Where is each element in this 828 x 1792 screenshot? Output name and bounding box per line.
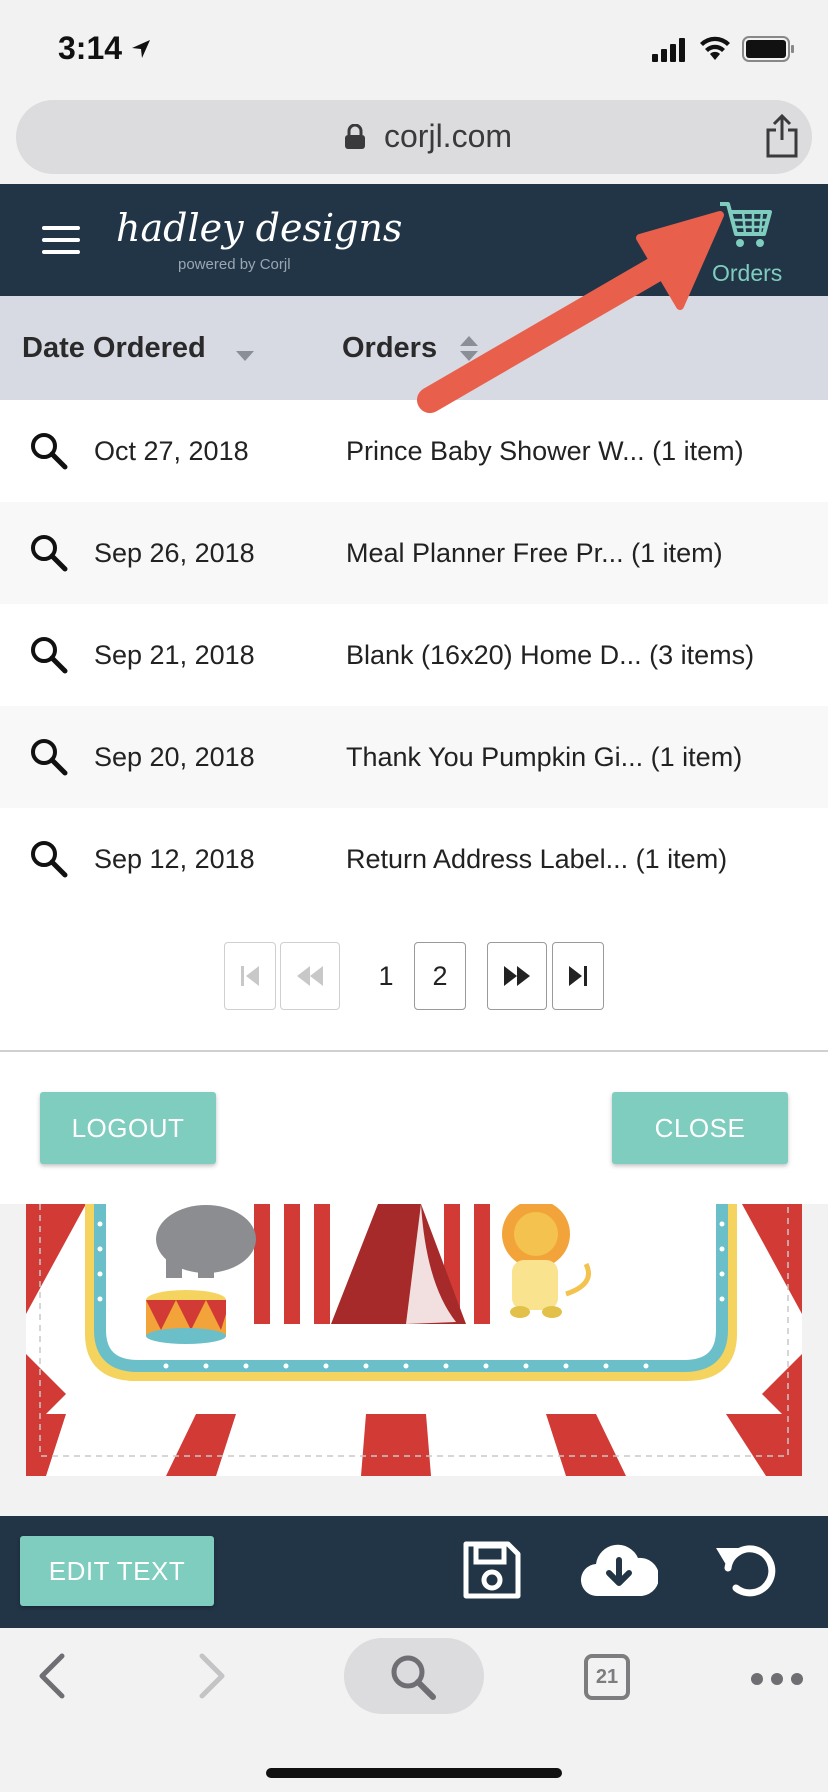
lock-icon <box>345 124 365 149</box>
sort-desc-icon[interactable] <box>236 351 254 361</box>
table-row[interactable]: Oct 27, 2018 Prince Baby Shower W... (1 … <box>0 400 828 502</box>
next-page-button[interactable] <box>487 942 547 1010</box>
order-name[interactable]: Thank You Pumpkin Gi... (1 item) <box>346 742 742 773</box>
tab-count-button[interactable]: 21 <box>584 1654 630 1700</box>
address-bar[interactable]: corjl.com <box>16 100 812 174</box>
order-date: Sep 12, 2018 <box>94 844 255 874</box>
order-date: Sep 20, 2018 <box>94 742 255 772</box>
table-row[interactable]: Sep 21, 2018 Blank (16x20) Home D... (3 … <box>0 604 828 706</box>
url-text: corjl.com <box>384 118 513 154</box>
table-row[interactable]: Sep 12, 2018 Return Address Label... (1 … <box>0 808 828 910</box>
order-name[interactable]: Blank (16x20) Home D... (3 items) <box>346 640 754 671</box>
wifi-icon <box>700 36 730 60</box>
order-date: Oct 27, 2018 <box>94 436 249 466</box>
close-button[interactable]: CLOSE <box>612 1092 788 1164</box>
search-icon[interactable] <box>30 840 68 878</box>
brand-logo[interactable]: hadley designs <box>116 206 402 250</box>
search-icon[interactable] <box>30 738 68 776</box>
order-date: Sep 26, 2018 <box>94 538 255 568</box>
hamburger-menu-icon[interactable] <box>42 226 80 256</box>
brand-tagline: powered by Corjl <box>178 256 291 273</box>
page-1[interactable]: 1 <box>370 942 402 1010</box>
search-icon[interactable] <box>30 432 68 470</box>
first-page-button[interactable] <box>224 942 276 1010</box>
orders-link[interactable]: Orders <box>712 260 782 287</box>
rewind-icon <box>297 966 323 986</box>
search-icon[interactable] <box>30 534 68 572</box>
skip-first-icon <box>241 966 259 986</box>
battery-icon <box>742 36 794 62</box>
shopping-cart-icon[interactable] <box>718 200 774 250</box>
pagination: 1 2 <box>0 942 828 1010</box>
search-icon[interactable] <box>30 636 68 674</box>
browser-toolbar: 21 <box>0 1628 828 1792</box>
order-name[interactable]: Prince Baby Shower W... (1 item) <box>346 436 744 467</box>
circus-invitation-art <box>26 1204 802 1476</box>
status-time: 3:14 <box>58 30 123 66</box>
order-name[interactable]: Meal Planner Free Pr... (1 item) <box>346 538 723 569</box>
column-header-orders[interactable]: Orders <box>342 332 437 365</box>
page-2[interactable]: 2 <box>414 942 466 1010</box>
skip-last-icon <box>569 966 587 986</box>
orders-table-header: Date Ordered Orders <box>0 296 828 400</box>
edit-text-button[interactable]: EDIT TEXT <box>20 1536 214 1606</box>
fast-forward-icon <box>504 966 530 986</box>
share-icon[interactable] <box>764 114 800 158</box>
order-name[interactable]: Return Address Label... (1 item) <box>346 844 727 875</box>
cloud-download-icon[interactable] <box>580 1536 658 1602</box>
last-page-button[interactable] <box>552 942 604 1010</box>
status-bar: 3:14 <box>0 0 828 96</box>
forward-chevron-icon[interactable] <box>198 1652 228 1700</box>
table-row[interactable]: Sep 20, 2018 Thank You Pumpkin Gi... (1 … <box>0 706 828 808</box>
cellular-signal-icon <box>652 38 685 62</box>
undo-icon[interactable] <box>714 1538 778 1602</box>
editor-toolbar: EDIT TEXT <box>0 1516 828 1628</box>
sort-icon[interactable] <box>460 336 478 364</box>
modal-divider <box>0 1050 828 1052</box>
prev-page-button[interactable] <box>280 942 340 1010</box>
design-canvas[interactable] <box>26 1204 802 1476</box>
app-header: hadley designs powered by Corjl Orders <box>0 184 828 296</box>
location-arrow-icon <box>132 40 150 58</box>
screen: 3:14 corjl.com hadley designs powered by… <box>0 0 828 1792</box>
more-dots-icon[interactable] <box>750 1672 804 1686</box>
home-indicator <box>266 1768 562 1778</box>
orders-modal: Date Ordered Orders Oct 27, 2018 Prince … <box>0 296 828 1204</box>
search-icon <box>391 1655 436 1700</box>
column-header-date[interactable]: Date Ordered <box>22 332 206 365</box>
save-icon[interactable] <box>462 1540 522 1600</box>
back-chevron-icon[interactable] <box>36 1652 66 1700</box>
logout-button[interactable]: LOGOUT <box>40 1092 216 1164</box>
order-date: Sep 21, 2018 <box>94 640 255 670</box>
search-button[interactable] <box>344 1638 484 1714</box>
table-row[interactable]: Sep 26, 2018 Meal Planner Free Pr... (1 … <box>0 502 828 604</box>
